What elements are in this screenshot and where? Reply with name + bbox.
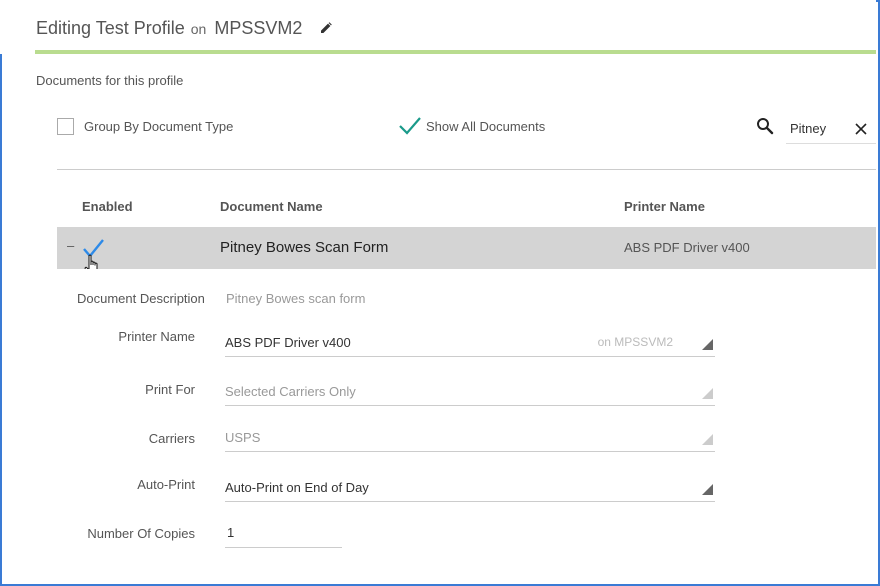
- table-divider: [57, 169, 876, 170]
- section-label: Documents for this profile: [36, 73, 184, 88]
- close-icon[interactable]: [854, 122, 868, 136]
- dropdown-arrow-icon: [702, 339, 713, 350]
- print-for-value: Selected Carriers Only: [225, 384, 356, 399]
- dropdown-arrow-icon: [702, 388, 713, 399]
- pencil-icon[interactable]: [320, 22, 332, 34]
- dropdown-arrow-icon: [702, 434, 713, 445]
- copies-input[interactable]: [227, 525, 327, 540]
- auto-print-value: Auto-Print on End of Day: [225, 480, 369, 495]
- show-all-label: Show All Documents: [426, 118, 546, 134]
- carriers-value: USPS: [225, 430, 261, 445]
- printer-name-cell: ABS PDF Driver v400: [624, 240, 750, 255]
- description-label: Document Description: [77, 291, 205, 306]
- copies-label: Number Of Copies: [87, 526, 195, 541]
- print-for-label: Print For: [145, 382, 195, 397]
- show-all-option[interactable]: Show All Documents: [398, 116, 545, 136]
- printer-name-label: Printer Name: [118, 329, 195, 344]
- search-icon[interactable]: [756, 117, 774, 135]
- description-value: Pitney Bowes scan form: [226, 291, 366, 306]
- group-by-label: Group By Document Type: [84, 118, 234, 134]
- auto-print-label: Auto-Print: [137, 477, 195, 492]
- group-by-checkbox[interactable]: [57, 117, 74, 135]
- printer-name-select[interactable]: ABS PDF Driver v400 on MPSSVM2: [225, 331, 715, 357]
- checkmark-icon[interactable]: [398, 116, 422, 136]
- search-input[interactable]: [790, 118, 848, 138]
- page-header: Editing Test Profile on MPSSVM2: [0, 0, 876, 54]
- auto-print-select[interactable]: Auto-Print on End of Day: [225, 476, 715, 502]
- document-name-cell: Pitney Bowes Scan Form: [220, 239, 389, 256]
- column-header-printer-name[interactable]: Printer Name: [624, 199, 705, 214]
- page-title: Editing Test Profile on MPSSVM2: [36, 18, 302, 39]
- printer-host-hint: on MPSSVM2: [597, 335, 673, 349]
- host-name: MPSSVM2: [214, 18, 303, 38]
- carriers-select: USPS: [225, 426, 715, 452]
- carriers-label: Carriers: [148, 431, 195, 446]
- profile-title: Editing Test Profile: [36, 18, 185, 38]
- print-for-select: Selected Carriers Only: [225, 380, 715, 406]
- dropdown-arrow-icon: [702, 484, 713, 495]
- table-row[interactable]: [57, 227, 876, 269]
- header-divider: [35, 50, 876, 54]
- group-by-option[interactable]: Group By Document Type: [57, 116, 233, 136]
- on-label: on: [190, 21, 207, 37]
- column-header-enabled[interactable]: Enabled: [82, 199, 133, 214]
- column-header-document-name[interactable]: Document Name: [220, 199, 323, 214]
- collapse-toggle[interactable]: –: [67, 238, 74, 253]
- printer-name-value: ABS PDF Driver v400: [225, 335, 351, 350]
- copies-field: [225, 522, 342, 548]
